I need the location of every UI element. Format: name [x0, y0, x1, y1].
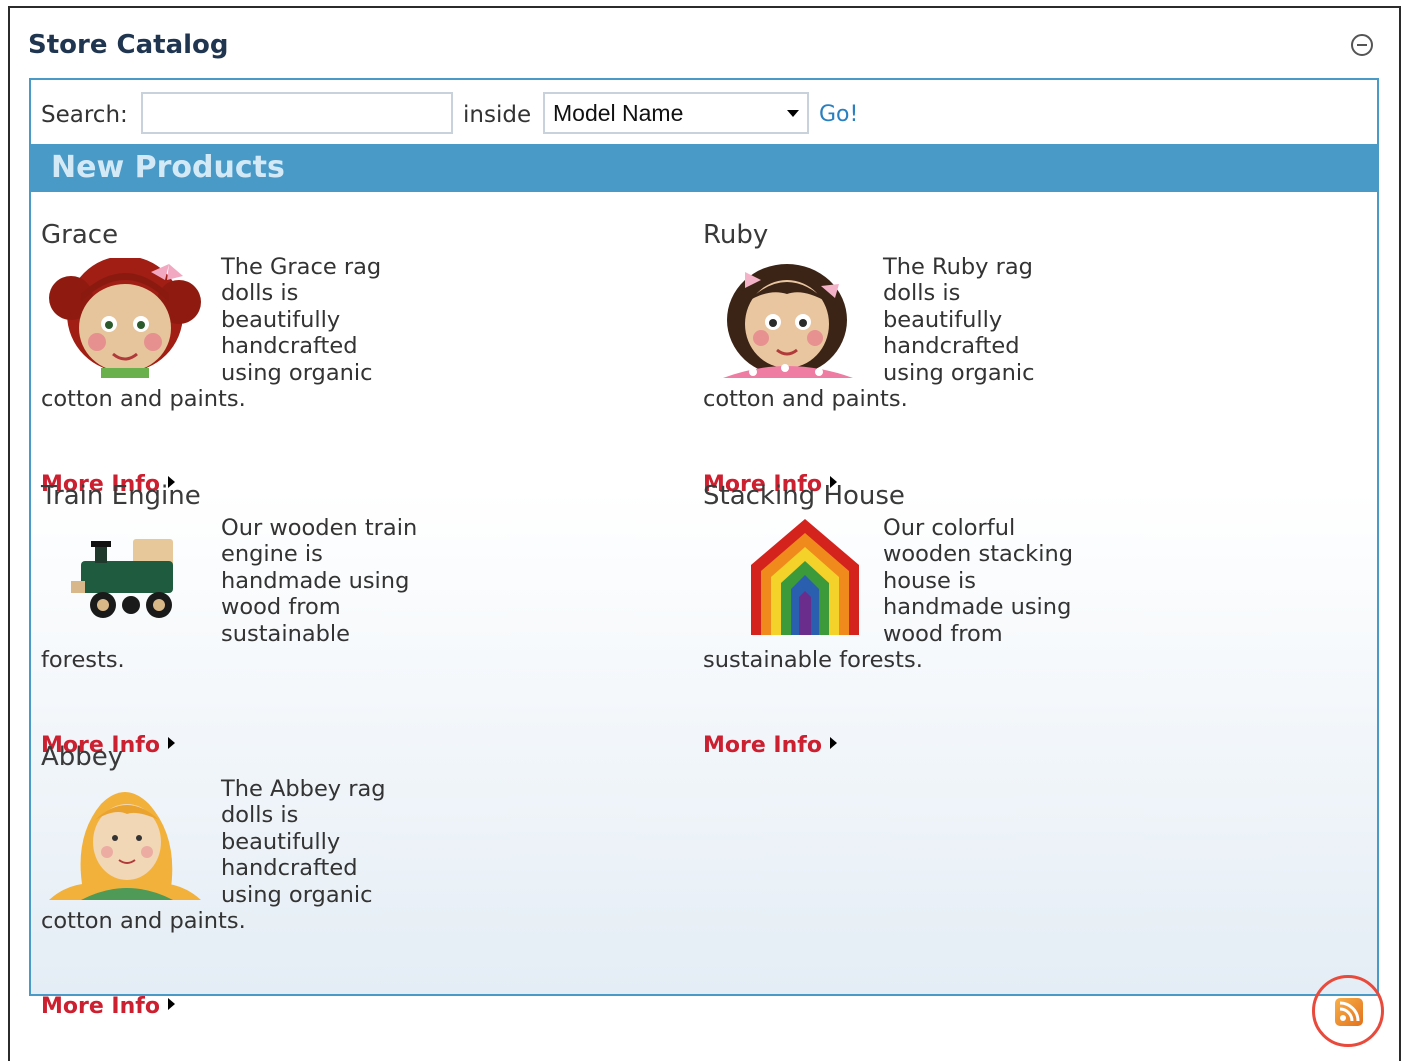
catalog-panel: Search: inside Model Name Go! New Produc…	[29, 78, 1379, 1019]
arrow-right-icon	[167, 998, 175, 1010]
more-info-link[interactable]: More Info	[703, 733, 837, 758]
product-name: Abbey	[41, 742, 124, 772]
more-info-label: More Info	[41, 994, 160, 1019]
product-name: Stacking House	[703, 481, 905, 511]
product-name: Grace	[41, 220, 119, 250]
more-info-label: More Info	[703, 733, 822, 758]
search-input[interactable]	[141, 92, 453, 134]
store-catalog-widget: Store Catalog Search: inside Model Name …	[8, 6, 1401, 1061]
rss-highlight-circle	[1312, 975, 1384, 1047]
rss-icon[interactable]	[1335, 998, 1363, 1026]
search-field-select[interactable]: Model Name	[543, 92, 809, 134]
section-title: New Products	[51, 150, 285, 185]
more-info-link[interactable]: More Info	[41, 994, 175, 1019]
search-label: Search:	[41, 102, 128, 128]
rss-glyph	[1339, 1001, 1360, 1022]
search-field-value: Model Name	[553, 100, 684, 126]
arrow-right-icon	[167, 737, 175, 749]
product-name: Train Engine	[41, 481, 201, 511]
product-name: Ruby	[703, 220, 769, 250]
section-header: New Products	[31, 144, 1377, 192]
collapse-icon[interactable]	[1351, 34, 1373, 56]
go-button[interactable]: Go!	[819, 102, 858, 127]
widget-title: Store Catalog	[28, 30, 229, 60]
arrow-right-icon	[829, 737, 837, 749]
dropdown-arrow-icon	[787, 110, 799, 117]
inside-label: inside	[463, 102, 532, 128]
search-bar: Search: inside Model Name Go!	[41, 92, 1361, 134]
